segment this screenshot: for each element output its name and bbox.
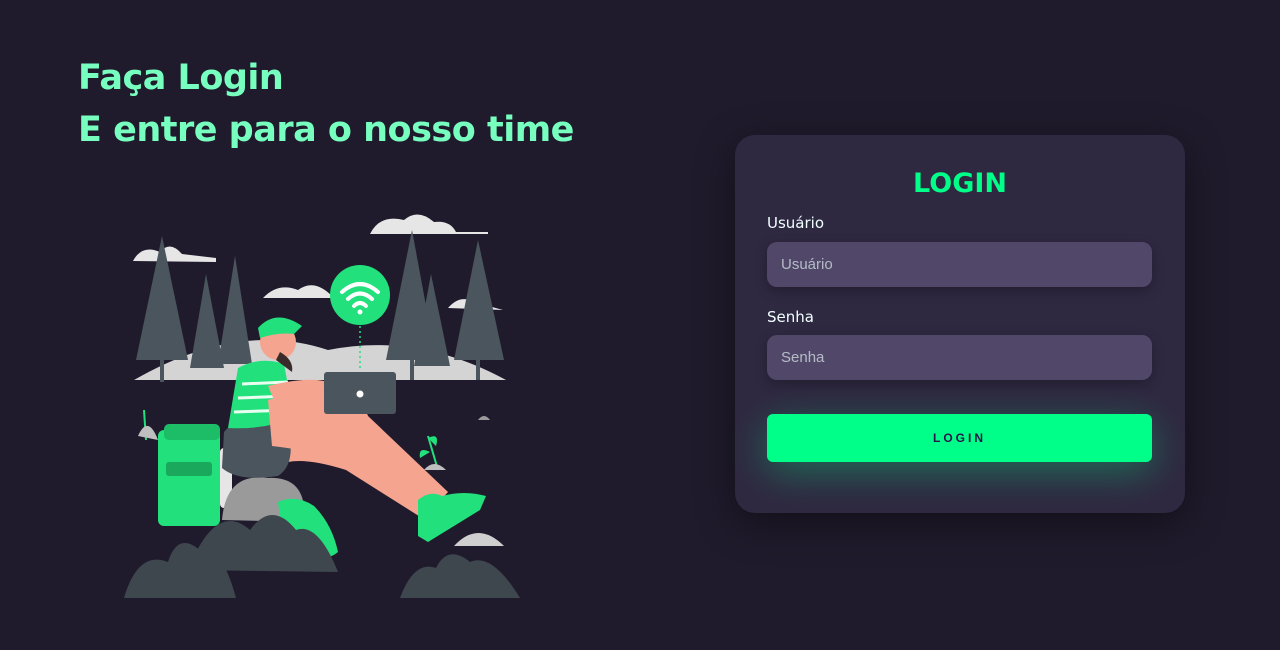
username-input[interactable] [767,242,1152,287]
cloud-icon [133,214,503,310]
login-button[interactable]: LOGIN [767,414,1152,462]
password-input[interactable] [767,335,1152,380]
backpack-icon [158,424,232,526]
illustration [124,214,520,598]
username-label: Usuário [767,214,825,232]
hero-title-line-2: E entre para o nosso time [78,110,574,150]
rock [454,533,504,546]
login-card: LOGIN Usuário Senha LOGIN [735,135,1185,513]
password-label: Senha [767,308,814,326]
hill [134,340,506,380]
hero-headline: Faça Login E entre para o nosso time [78,52,574,156]
laptop-icon [324,372,396,414]
login-title: LOGIN [913,168,1007,199]
hero-title-line-1: Faça Login [78,58,284,98]
